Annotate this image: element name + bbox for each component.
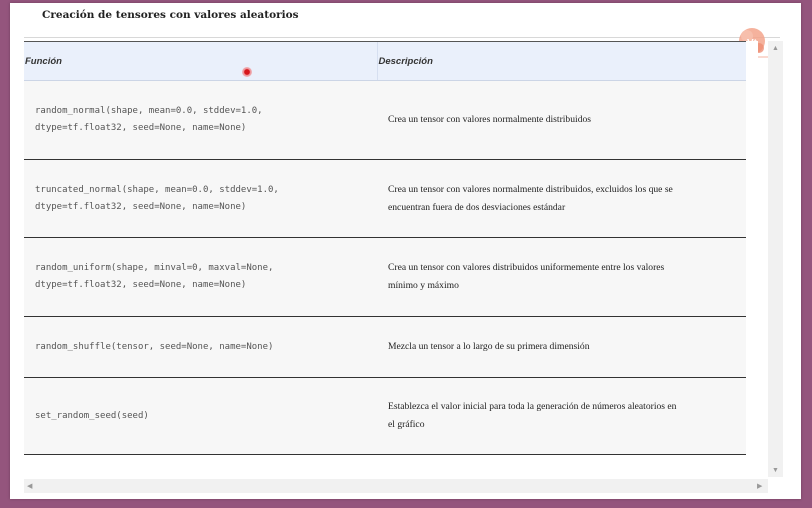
- description-line: mínimo y máximo: [388, 280, 459, 291]
- table-viewport[interactable]: Función Descripción random_normal(shape,…: [24, 41, 758, 477]
- description-line: Crea un tensor con valores normalmente d…: [388, 183, 673, 195]
- description-cell: Crea un tensor con valores normalmente d…: [377, 160, 746, 238]
- function-line: truncated_normal(shape, mean=0.0, stddev…: [35, 184, 279, 195]
- description-line: el gráfico: [388, 419, 425, 430]
- cursor-highlight-icon: [242, 67, 252, 77]
- description-cell: Crea un tensor con valores normalmente d…: [377, 81, 746, 160]
- scroll-down-arrow-icon[interactable]: ▼: [772, 466, 779, 474]
- function-line: dtype=tf.float32, seed=None, name=None): [35, 201, 247, 212]
- description-cell: Establezca el valor inicial para toda la…: [377, 378, 746, 455]
- scroll-up-arrow-icon[interactable]: ▲: [772, 44, 779, 52]
- scroll-left-arrow-icon[interactable]: ◀: [27, 482, 32, 490]
- vertical-scrollbar[interactable]: ▲ ▼: [768, 41, 783, 477]
- function-line: dtype=tf.float32, seed=None, name=None): [35, 123, 247, 133]
- column-header-function: Función: [24, 41, 377, 81]
- table-row: set_random_seed(seed) Establezca el valo…: [24, 377, 746, 455]
- description-line: Mezcla un tensor a lo largo de su primer…: [388, 341, 590, 352]
- title-divider: [24, 37, 780, 38]
- scroll-right-arrow-icon[interactable]: ▶: [757, 482, 762, 490]
- function-cell: truncated_normal(shape, mean=0.0, stddev…: [24, 160, 377, 238]
- document-frame: Creación de tensores con valores aleator…: [10, 3, 801, 499]
- column-header-description: Descripción: [376, 41, 746, 81]
- functions-table: Función Descripción random_normal(shape,…: [24, 41, 746, 455]
- description-cell: Crea un tensor con valores distribuidos …: [377, 238, 746, 317]
- function-line: dtype=tf.float32, seed=None, name=None): [35, 280, 247, 290]
- function-line: random_shuffle(tensor, seed=None, name=N…: [35, 341, 274, 352]
- table-row: random_normal(shape, mean=0.0, stddev=1.…: [24, 80, 746, 160]
- description-line: Crea un tensor con valores normalmente d…: [388, 114, 592, 125]
- function-cell: random_uniform(shape, minval=0, maxval=N…: [24, 238, 377, 317]
- table-row: truncated_normal(shape, mean=0.0, stddev…: [24, 159, 746, 238]
- description-line: Crea un tensor con valores distribuidos …: [388, 262, 665, 273]
- function-line: random_uniform(shape, minval=0, maxval=N…: [35, 263, 274, 273]
- function-line: set_random_seed(seed): [35, 410, 149, 421]
- function-cell: random_normal(shape, mean=0.0, stddev=1.…: [24, 81, 377, 160]
- table-header-row: Función Descripción: [24, 41, 746, 81]
- description-line: Establezca el valor inicial para toda la…: [388, 401, 677, 412]
- description-line: encuentran fuera de dos desviaciones est…: [388, 201, 566, 213]
- table-row: random_shuffle(tensor, seed=None, name=N…: [24, 316, 746, 378]
- function-cell: random_shuffle(tensor, seed=None, name=N…: [24, 317, 377, 378]
- horizontal-scrollbar[interactable]: ◀ ▶: [24, 479, 768, 493]
- description-cell: Mezcla un tensor a lo largo de su primer…: [377, 317, 746, 378]
- table-row: random_uniform(shape, minval=0, maxval=N…: [24, 237, 746, 317]
- function-line: random_normal(shape, mean=0.0, stddev=1.…: [35, 106, 263, 116]
- page-title: Creación de tensores con valores aleator…: [42, 9, 299, 21]
- function-cell: set_random_seed(seed): [24, 378, 377, 455]
